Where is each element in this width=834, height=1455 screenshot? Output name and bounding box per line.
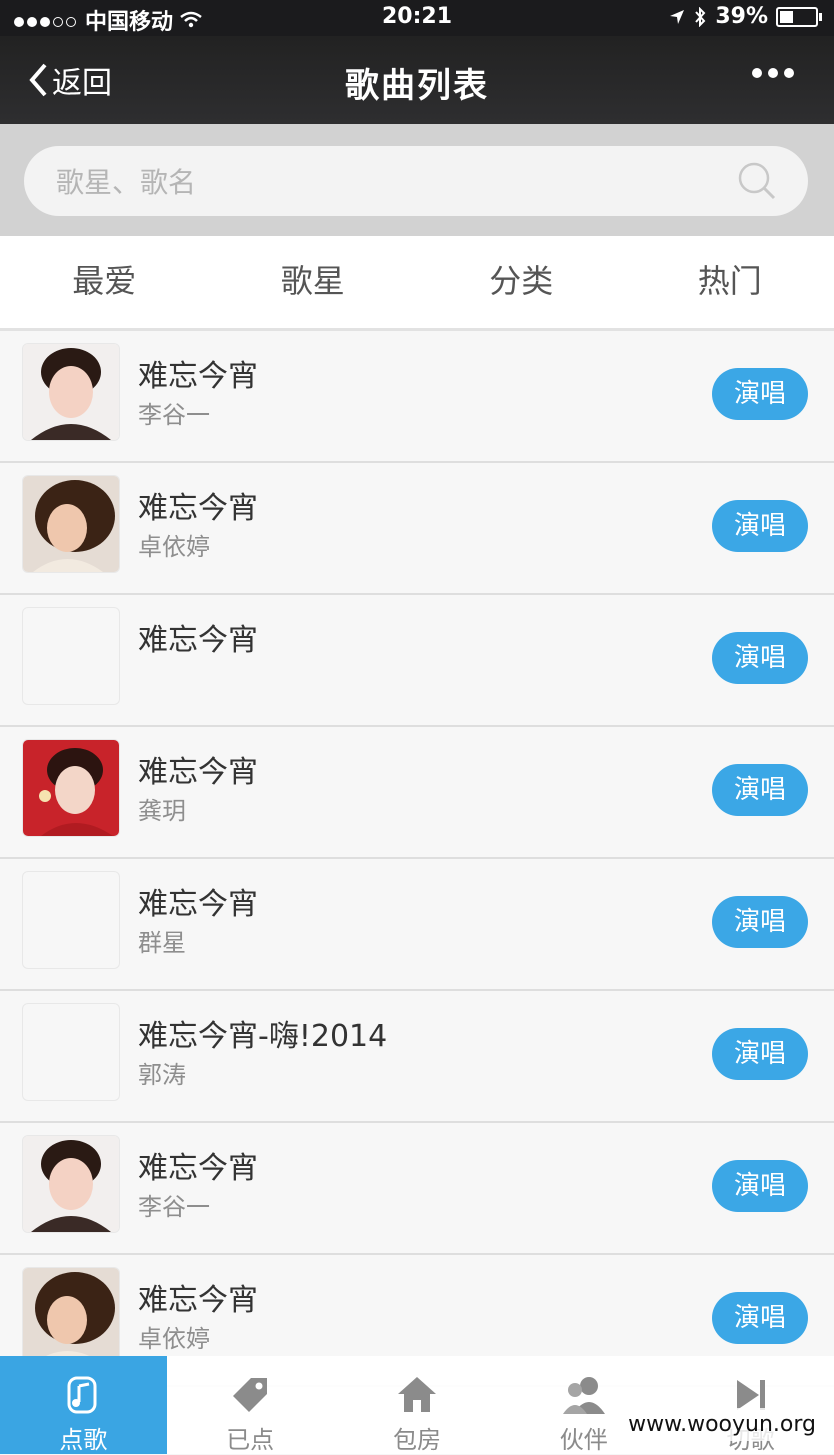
song-row[interactable]: 难忘今宵 李谷一 演唱	[0, 331, 834, 463]
search-input[interactable]	[54, 158, 738, 206]
tabbar-item-queued[interactable]: 已点	[167, 1356, 334, 1454]
tabbar-label: 已点	[226, 1426, 274, 1454]
home-icon	[396, 1374, 438, 1416]
song-artist: 李谷一	[138, 395, 210, 430]
tabbar-label: 包房	[393, 1426, 441, 1454]
song-artist: 龚玥	[138, 791, 186, 826]
singer-avatar	[22, 1267, 120, 1365]
sing-button[interactable]: 演唱	[712, 368, 808, 420]
song-artist: 李谷一	[138, 1187, 210, 1222]
song-title: 难忘今宵-嗨!2014	[138, 1011, 387, 1055]
more-dot-icon	[768, 68, 778, 78]
song-title: 难忘今宵	[138, 483, 258, 527]
tab-singers[interactable]: 歌星	[209, 236, 418, 328]
song-row[interactable]: 难忘今宵 卓依婷 演唱	[0, 463, 834, 595]
singer-avatar-placeholder	[22, 1003, 120, 1101]
bluetooth-icon	[693, 7, 707, 27]
song-row[interactable]: 难忘今宵 群星 演唱	[0, 859, 834, 991]
song-list: 难忘今宵 李谷一 演唱 难忘今宵 卓依婷 演唱 难忘今宵 演唱 难忘今宵 龚玥 …	[0, 331, 834, 1387]
tab-categories[interactable]: 分类	[417, 236, 626, 328]
song-title: 难忘今宵	[138, 1143, 258, 1187]
more-button[interactable]	[752, 68, 794, 78]
more-dot-icon	[784, 68, 794, 78]
tab-favorites[interactable]: 最爱	[0, 236, 209, 328]
search-icon[interactable]	[736, 160, 778, 202]
battery-icon	[776, 7, 818, 27]
nav-bar: 返回 歌曲列表	[0, 36, 834, 124]
location-arrow-icon	[669, 9, 685, 25]
singer-avatar	[22, 739, 120, 837]
more-dot-icon	[752, 68, 762, 78]
sing-button[interactable]: 演唱	[712, 896, 808, 948]
battery-percent: 39%	[715, 4, 768, 29]
tabbar-item-room[interactable]: 包房	[334, 1356, 501, 1454]
tab-hot[interactable]: 热门	[626, 236, 834, 328]
sing-button[interactable]: 演唱	[712, 1292, 808, 1344]
song-title: 难忘今宵	[138, 1275, 258, 1319]
song-artist: 郭涛	[138, 1055, 186, 1090]
status-bar: 中国移动 20:21 39%	[0, 0, 834, 36]
sing-button[interactable]: 演唱	[712, 1028, 808, 1080]
song-title: 难忘今宵	[138, 747, 258, 791]
singer-avatar-placeholder	[22, 871, 120, 969]
singer-avatar-placeholder	[22, 607, 120, 705]
page-title: 歌曲列表	[0, 58, 834, 107]
tag-icon	[229, 1374, 271, 1416]
song-artist: 群星	[138, 923, 186, 958]
song-row[interactable]: 难忘今宵 李谷一 演唱	[0, 1123, 834, 1255]
status-right: 39%	[669, 4, 818, 29]
watermark-text: www.wooyun.org	[620, 1408, 824, 1441]
song-title: 难忘今宵	[138, 879, 258, 923]
people-icon	[561, 1374, 607, 1416]
singer-avatar	[22, 475, 120, 573]
song-row[interactable]: 难忘今宵 演唱	[0, 595, 834, 727]
sing-button[interactable]: 演唱	[712, 500, 808, 552]
tabbar-label: 伙伴	[560, 1426, 608, 1454]
song-artist: 卓依婷	[138, 1319, 210, 1354]
singer-avatar	[22, 1135, 120, 1233]
music-note-icon	[63, 1374, 103, 1416]
song-artist: 卓依婷	[138, 527, 210, 562]
song-row[interactable]: 难忘今宵-嗨!2014 郭涛 演唱	[0, 991, 834, 1123]
song-title: 难忘今宵	[138, 615, 258, 659]
search-box[interactable]	[24, 146, 808, 216]
sing-button[interactable]: 演唱	[712, 1160, 808, 1212]
tabbar-item-pick-song[interactable]: 点歌	[0, 1356, 167, 1454]
sing-button[interactable]: 演唱	[712, 632, 808, 684]
category-tabs: 最爱 歌星 分类 热门	[0, 236, 834, 331]
sing-button[interactable]: 演唱	[712, 764, 808, 816]
song-title: 难忘今宵	[138, 351, 258, 395]
singer-avatar	[22, 343, 120, 441]
song-row[interactable]: 难忘今宵 龚玥 演唱	[0, 727, 834, 859]
tabbar-label: 点歌	[59, 1426, 107, 1454]
search-area	[0, 124, 834, 236]
